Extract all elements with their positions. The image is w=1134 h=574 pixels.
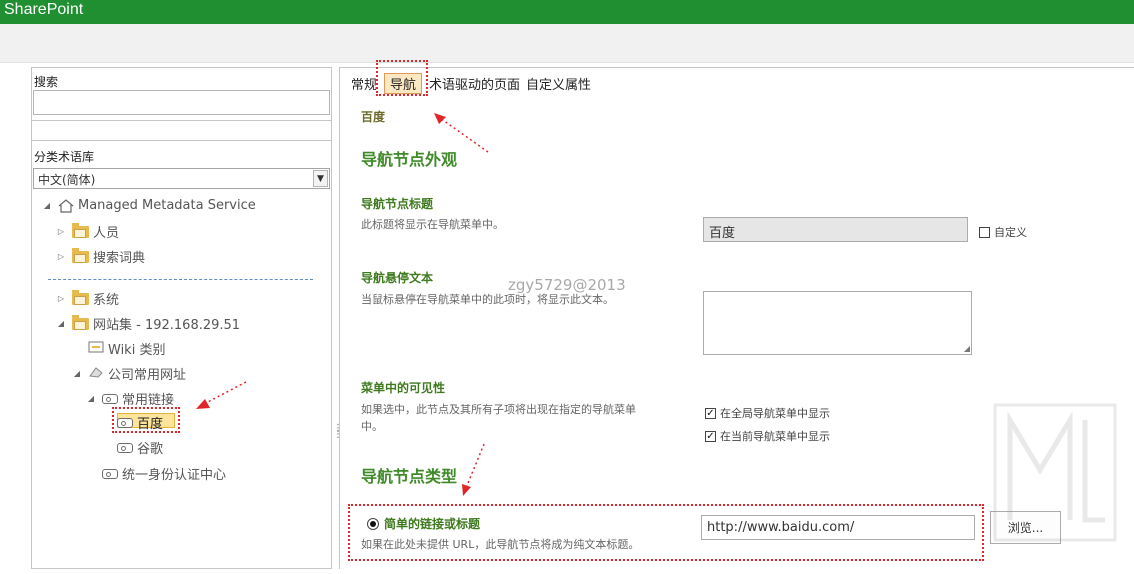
annotation-arrows	[196, 113, 489, 496]
